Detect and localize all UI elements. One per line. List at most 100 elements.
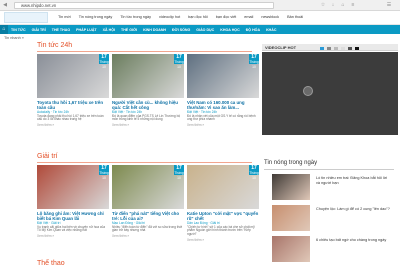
date-month: Tháng 10 <box>174 171 184 180</box>
video-pager-dot[interactable] <box>348 47 352 50</box>
date-month: Tháng 10 <box>249 60 259 69</box>
hot-news-title-text[interactable]: Chuyện lộc: Làm gì để có 2 cung "lên dao… <box>316 207 392 212</box>
top-nav-link[interactable]: email <box>240 15 257 19</box>
section-title-news[interactable]: Tin tức 24h <box>37 42 72 49</box>
main-nav-item[interactable]: GIẢI TRÍ <box>29 28 49 32</box>
article-thumbnail[interactable]: 17 Tháng 10 <box>187 165 259 209</box>
video-pager-dot[interactable] <box>341 47 345 50</box>
top-nav-link[interactable]: bạn đọc hỏi <box>184 15 212 19</box>
play-icon[interactable] <box>303 86 313 96</box>
date-badge: 17 Tháng 10 <box>174 165 184 180</box>
date-badge: 17 Tháng 10 <box>249 54 259 69</box>
top-nav-link[interactable]: newsblock <box>257 15 283 19</box>
main-nav-item[interactable]: TIN TỨC <box>8 28 29 32</box>
section-divider <box>37 51 252 52</box>
article-card[interactable]: 17 Tháng 10 Người Việt cần cù... không hiệ… <box>112 54 184 127</box>
article-card[interactable]: 17 Tháng 10 Katie Upton "cởi mặt" vợc "quy… <box>187 165 259 242</box>
hot-news-thumbnail[interactable] <box>272 174 310 200</box>
home-icon[interactable]: ⌂ <box>0 25 8 34</box>
main-nav-item[interactable]: THẾ GIỚI <box>118 28 140 32</box>
site-logo[interactable] <box>4 12 48 23</box>
article-summary: "Chiến tư hình" sở 1 của các bà che sở c… <box>187 224 255 237</box>
main-nav-item[interactable]: KHÁC <box>263 28 279 32</box>
date-badge: 17 Tháng 10 <box>99 54 109 69</box>
main-nav-item[interactable]: ĐỜI SỐNG <box>169 28 193 32</box>
article-thumbnail[interactable]: 17 Tháng 10 <box>187 54 259 98</box>
star-icon[interactable]: ☆ <box>320 2 326 8</box>
read-more-link[interactable]: Xem thêm » <box>187 123 259 127</box>
video-pager-dot[interactable] <box>334 47 338 50</box>
hot-news-title-text[interactable]: 6 chiêu tạo bất ngờ cho chàng trong ngày <box>316 238 392 243</box>
section-divider <box>264 169 394 170</box>
download-icon[interactable]: ↓ <box>330 2 336 8</box>
main-nav: ⌂ TIN TỨC GIẢI TRÍ THỂ THAO PHÁP LUẬT XÃ HỘI… <box>0 25 400 34</box>
article-card[interactable]: 17 Tháng 10 Việt Nam có 160.000 ca ung thư… <box>187 54 259 127</box>
top-nav-link[interactable]: Bản thoải <box>283 15 307 19</box>
video-pager-dot[interactable] <box>355 47 359 50</box>
article-thumbnail[interactable]: 17 Tháng 10 <box>112 54 184 98</box>
read-more-link[interactable]: Xem thêm » <box>112 123 184 127</box>
share-icon[interactable]: ≡ <box>350 2 356 8</box>
date-badge: 17 Tháng 10 <box>99 165 109 180</box>
read-more-link[interactable]: Xem thêm » <box>37 123 109 127</box>
top-nav-link[interactable]: Tin tức trong ngày <box>116 15 155 19</box>
section-title-sports[interactable]: Thể thao <box>37 260 65 267</box>
breadcrumb[interactable]: Tin nhanh » <box>4 36 24 40</box>
hot-news-item[interactable]: 6 chiêu tạo bất ngờ cho chàng trong ngày <box>272 236 392 262</box>
article-card[interactable]: 17 Tháng 10 Toyota thu hồi 1,67 triệu xe t… <box>37 54 109 127</box>
article-title[interactable]: Lộ băng ghi âm: Việt Hương chỉ biết bá K… <box>37 211 109 221</box>
section-title-entertainment[interactable]: Giải trí <box>37 153 58 160</box>
date-month: Tháng 10 <box>174 60 184 69</box>
hot-news-item[interactable]: Chuyện lộc: Làm gì để có 2 cung "lên dao… <box>272 205 392 231</box>
date-badge: 17 Tháng 10 <box>174 54 184 69</box>
article-title[interactable]: Việt Nam có 160.000 ca ung thư/năm: Vì s… <box>187 100 259 110</box>
videoclip-title: VIDEOCLIP HOT <box>265 45 297 50</box>
main-nav-item[interactable]: XÃ HỘI <box>100 28 118 32</box>
article-title[interactable]: Katie Upton "cởi mặt" vợc "quyến rũ" chế… <box>187 211 259 221</box>
read-more-link[interactable]: Xem thêm » <box>112 234 184 238</box>
article-thumbnail[interactable]: 17 Tháng 10 <box>37 54 109 98</box>
article-summary: Vụ tranh cãi giữa hai bên về chuyện nữ h… <box>37 224 106 233</box>
address-bar[interactable]: www.nhipdo.net.vn <box>14 2 274 9</box>
read-more-link[interactable]: Xem thêm » <box>37 234 109 238</box>
main-nav-item[interactable]: GIÁO DỤC <box>193 28 217 32</box>
back-icon[interactable]: ◀ <box>2 2 8 8</box>
article-thumbnail[interactable]: 17 Tháng 10 <box>112 165 184 209</box>
section-divider <box>37 162 252 163</box>
hot-news-title-text[interactable]: Lò tin nhiều em trai: Đăng Khoa bắt hỏi … <box>316 176 392 185</box>
top-nav-link[interactable]: videoclip hot <box>155 15 184 19</box>
article-summary: Toyota đang phải thu hồi 1,67 triệu xe t… <box>37 113 104 122</box>
article-title[interactable]: Từ điển "phá nát" tiếng Việt cho trẻ: Lỗ… <box>112 211 184 221</box>
main-nav-item[interactable]: THỂ THAO <box>49 28 73 32</box>
top-nav: Tin mới Tin nóng trong ngày Tin tức trong … <box>54 15 307 19</box>
date-month: Tháng 10 <box>249 171 259 180</box>
menu-icon[interactable]: ☰ <box>386 2 392 8</box>
main-nav-item[interactable]: KHOA HỌC <box>217 28 242 32</box>
home-icon[interactable]: ⌂ <box>340 2 346 8</box>
article-title[interactable]: Người Việt cần cù... không hiệu quả: Cắt… <box>112 100 184 110</box>
article-summary: Nhiều "điển toán từ điển" đã với so sửa … <box>112 224 183 233</box>
read-more-link[interactable]: Xem thêm » <box>187 238 259 242</box>
date-month: Tháng 10 <box>99 171 109 180</box>
main-nav-item[interactable]: ĐỘ HÓA <box>243 28 263 32</box>
top-nav-link[interactable]: Tin mới <box>54 15 75 19</box>
date-badge: 17 Tháng 10 <box>249 165 259 180</box>
hot-news-thumbnail[interactable] <box>272 236 310 262</box>
hot-news-item[interactable]: Lò tin nhiều em trai: Đăng Khoa bắt hỏi … <box>272 174 392 200</box>
video-pager-dot[interactable] <box>327 47 331 50</box>
article-thumbnail[interactable]: 17 Tháng 10 <box>37 165 109 209</box>
main-nav-item[interactable]: KINH DOANH <box>140 28 169 32</box>
article-title[interactable]: Toyota thu hồi 1,67 triệu xe trên toàn c… <box>37 100 109 110</box>
top-nav-link[interactable]: bạn đọc viết <box>212 15 240 19</box>
hot-news-title: Tin nóng trong ngày <box>264 160 318 166</box>
top-nav-link[interactable]: Tin nóng trong ngày <box>75 15 117 19</box>
video-player[interactable] <box>262 52 398 135</box>
article-card[interactable]: 17 Tháng 10 Lộ băng ghi âm: Việt Hương chỉ… <box>37 165 109 238</box>
main-nav-item[interactable]: PHÁP LUẬT <box>73 28 100 32</box>
date-month: Tháng 10 <box>99 60 109 69</box>
video-pager-dot[interactable] <box>320 47 324 50</box>
hot-news-thumbnail[interactable] <box>272 205 310 231</box>
article-summary: Đó là quan điểm của PGS.TS Lê Lin Thường… <box>112 113 181 122</box>
article-card[interactable]: 17 Tháng 10 Từ điển "phá nát" tiếng Việt c… <box>112 165 184 238</box>
article-summary: Đó là nhận xét của một GS.Y tế có rằng r… <box>187 113 256 122</box>
